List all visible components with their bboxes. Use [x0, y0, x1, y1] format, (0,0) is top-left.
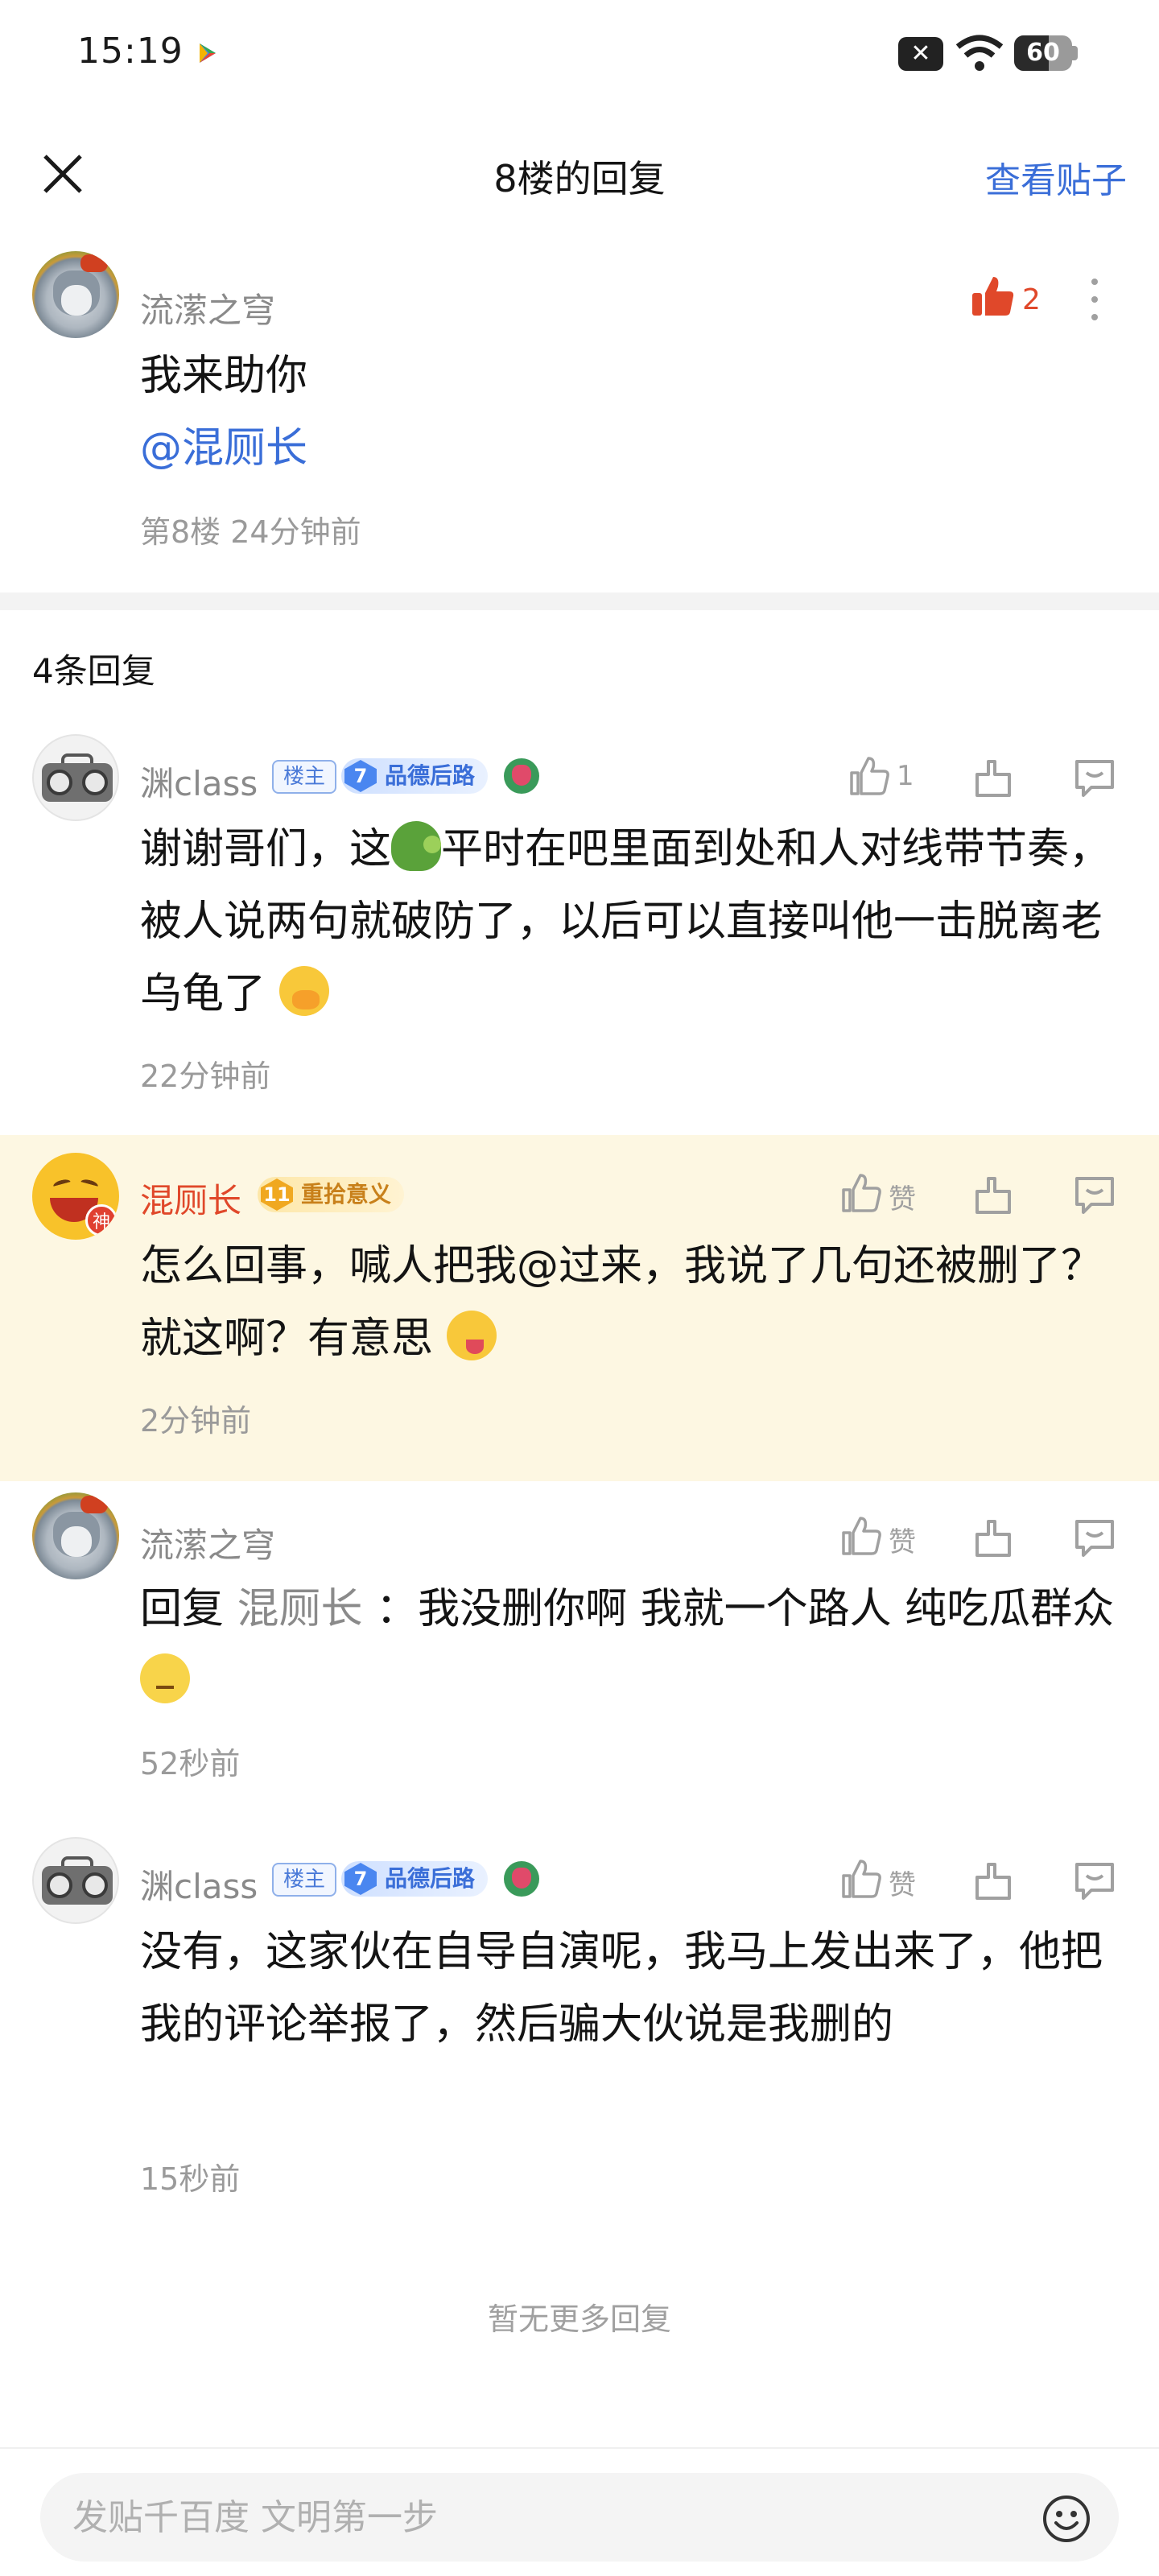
level-badge: 11 重拾意义: [258, 1177, 405, 1212]
turtle-emoji-icon: [391, 821, 442, 871]
reply-text-part: 谢谢哥们，这: [140, 825, 392, 873]
avatar[interactable]: [32, 1492, 119, 1579]
like-count: 1: [897, 760, 914, 792]
like-icon: [842, 1517, 881, 1555]
dislike-icon: [975, 1863, 1011, 1900]
floor-content: 我来助你 @混厕长: [140, 340, 1130, 485]
reply-username[interactable]: 渊class: [140, 757, 258, 806]
dislike-icon: [975, 1177, 1011, 1214]
host-badge: 楼主: [272, 760, 337, 794]
reply-time: 15秒前: [140, 2161, 241, 2197]
reply-username[interactable]: 混厕长: [140, 1174, 241, 1223]
no-more-replies: 暂无更多回复: [487, 2301, 671, 2337]
section-divider: [0, 592, 1159, 610]
cover-mouth-emoji-icon: [278, 966, 329, 1016]
reply-content: 怎么回事，喊人把我@过来，我说了几句还被删了？就这啊？有意思: [140, 1230, 1130, 1375]
more-icon[interactable]: [1087, 279, 1103, 327]
dislike-icon: [975, 1520, 1011, 1557]
like-icon: [842, 1174, 881, 1212]
avatar[interactable]: [32, 1837, 119, 1924]
level-title: 品德后路: [385, 1865, 476, 1892]
like-button[interactable]: 赞: [840, 1855, 937, 1903]
host-badge: 楼主: [272, 1863, 337, 1897]
awkward-emoji-icon: [140, 1653, 190, 1703]
dislike-icon: [975, 760, 1011, 797]
avatar[interactable]: 神: [32, 1153, 119, 1240]
reply-username[interactable]: 流潆之穹: [140, 1518, 275, 1567]
floor-meta: 第8楼 24分钟前: [140, 514, 361, 550]
status-bar: 15:19 ✕ 60: [0, 0, 1159, 105]
level-number: 11: [261, 1179, 293, 1211]
avatar[interactable]: [32, 251, 119, 338]
level-badge: 7 品德后路: [341, 1861, 489, 1897]
notification-x-icon: ✕: [898, 37, 943, 71]
reply-to-username[interactable]: 混厕长: [237, 1585, 363, 1633]
reply-button[interactable]: [1072, 1172, 1117, 1220]
avatar[interactable]: [32, 734, 119, 821]
reply-username[interactable]: 渊class: [140, 1860, 258, 1909]
level-number: 7: [344, 1863, 377, 1895]
reply-icon: [1075, 760, 1114, 797]
reply-button[interactable]: [1072, 755, 1117, 803]
reply-icon: [1075, 1520, 1114, 1557]
reply-content: 没有，这家伙在自导自演呢，我马上发出来了，他把我的评论举报了，然后骗大伙说是我删…: [140, 1928, 1103, 2049]
like-label: 赞: [889, 1183, 916, 1216]
level-badge: 7 品德后路: [341, 758, 489, 794]
top-nav: 8楼的回复 查看贴子: [0, 129, 1159, 217]
reply-content: 回复 混厕长 ：我没删你啊 我就一个路人 纯吃瓜群众: [140, 1573, 1130, 1718]
reply-time: 52秒前: [140, 1746, 241, 1781]
like-icon: [850, 757, 889, 795]
reply-time: 22分钟前: [140, 1059, 271, 1094]
like-label: 赞: [889, 1869, 916, 1901]
reply-prefix: 回复: [140, 1585, 225, 1633]
like-button[interactable]: 赞: [840, 1169, 937, 1217]
reply-time: 2分钟前: [140, 1403, 252, 1439]
smile-icon[interactable]: [1041, 2494, 1091, 2544]
dislike-button[interactable]: [971, 755, 1016, 803]
wifi-icon: [955, 35, 1004, 71]
floor-text: 我来助你: [140, 352, 308, 400]
yum-emoji-icon: [446, 1311, 497, 1360]
like-button[interactable]: 1: [848, 752, 945, 800]
dislike-button[interactable]: [971, 1515, 1016, 1563]
play-store-icon: [200, 43, 216, 63]
like-label: 赞: [889, 1526, 916, 1558]
reply-icon: [1075, 1177, 1114, 1214]
floor-username[interactable]: 流潆之穹: [140, 283, 275, 332]
like-icon: [842, 1860, 881, 1898]
dislike-button[interactable]: [971, 1172, 1016, 1220]
reply-button[interactable]: [1072, 1515, 1117, 1563]
flower-badge-icon: [504, 1861, 539, 1897]
composer-bar: [0, 2447, 1159, 2576]
battery-icon: 60: [1014, 35, 1079, 71]
reply-icon: [1075, 1863, 1114, 1900]
status-time: 15:19: [77, 31, 184, 72]
mention-link[interactable]: @混厕长: [140, 412, 1130, 485]
reply-button[interactable]: [1072, 1858, 1117, 1906]
like-button[interactable]: 赞: [840, 1512, 937, 1560]
like-count: 2: [1022, 283, 1041, 316]
level-number: 7: [344, 760, 377, 792]
battery-level: 60: [1026, 39, 1060, 67]
level-title: 重拾意义: [301, 1181, 392, 1208]
flower-badge-icon: [504, 758, 539, 794]
reply-count: 4条回复: [32, 651, 155, 691]
reply-content: 谢谢哥们，这 平时在吧里面到处和人对线带节奏，被人说两句就破防了，以后可以直接叫他…: [140, 813, 1130, 1030]
comment-input[interactable]: [40, 2473, 1119, 2562]
level-title: 品德后路: [385, 762, 476, 789]
reply-text: 怎么回事，喊人把我@过来，我说了几句还被删了？就这啊？有意思: [140, 1242, 1103, 1363]
view-post-link[interactable]: 查看贴子: [985, 151, 1127, 203]
dislike-button[interactable]: [971, 1858, 1016, 1906]
like-icon[interactable]: [971, 274, 1016, 319]
reply-text: ：我没删你啊 我就一个路人 纯吃瓜群众: [376, 1585, 1115, 1633]
god-badge-icon: 神: [85, 1204, 118, 1236]
